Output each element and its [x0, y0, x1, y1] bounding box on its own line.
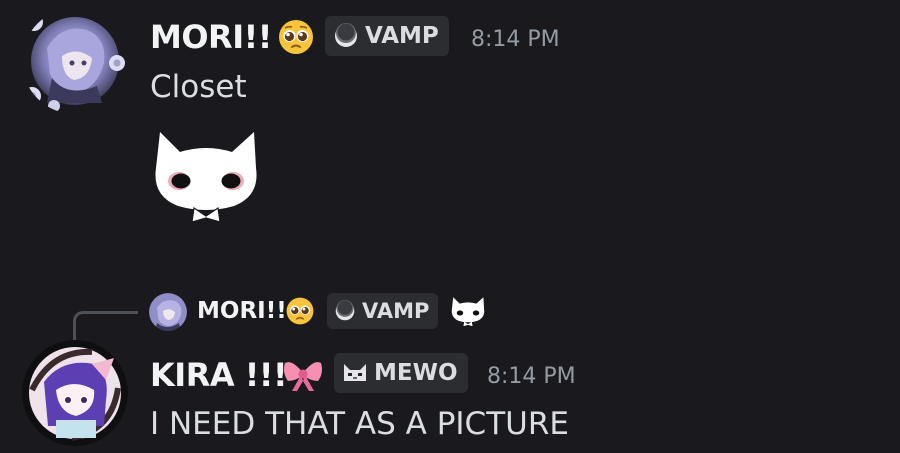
white-cat-sticker-icon — [450, 295, 486, 329]
reply-connector — [73, 311, 138, 344]
role-tag[interactable]: MEWO — [334, 353, 468, 393]
timestamp[interactable]: 8:14 PM — [471, 27, 560, 52]
role-tag-label: MEWO — [374, 360, 458, 386]
role-tag[interactable]: VAMP — [325, 16, 449, 56]
avatar-image — [22, 340, 128, 446]
pleading-face-emoji — [285, 296, 315, 326]
message-text: I NEED THAT AS A PICTURE — [150, 406, 569, 442]
moon-icon — [334, 300, 356, 322]
ribbon-emoji — [282, 357, 324, 393]
avatar[interactable] — [22, 8, 128, 114]
message-text: Closet — [150, 69, 247, 105]
username[interactable]: KIRA !!! — [150, 356, 288, 394]
cat-face-icon — [342, 361, 368, 385]
pleading-face-emoji — [277, 18, 315, 56]
username[interactable]: MORI!! — [150, 18, 272, 56]
moon-icon — [333, 23, 359, 49]
reply-role-tag-label: VAMP — [362, 299, 430, 323]
avatar[interactable] — [22, 340, 128, 446]
white-cat-sticker[interactable] — [150, 128, 262, 228]
reply-role-tag: VAMP — [327, 293, 439, 329]
avatar-image — [22, 8, 128, 114]
reply-username: MORI!! — [197, 298, 287, 324]
role-tag-label: VAMP — [365, 23, 439, 49]
reply-avatar — [149, 293, 187, 331]
timestamp[interactable]: 8:14 PM — [487, 364, 576, 389]
